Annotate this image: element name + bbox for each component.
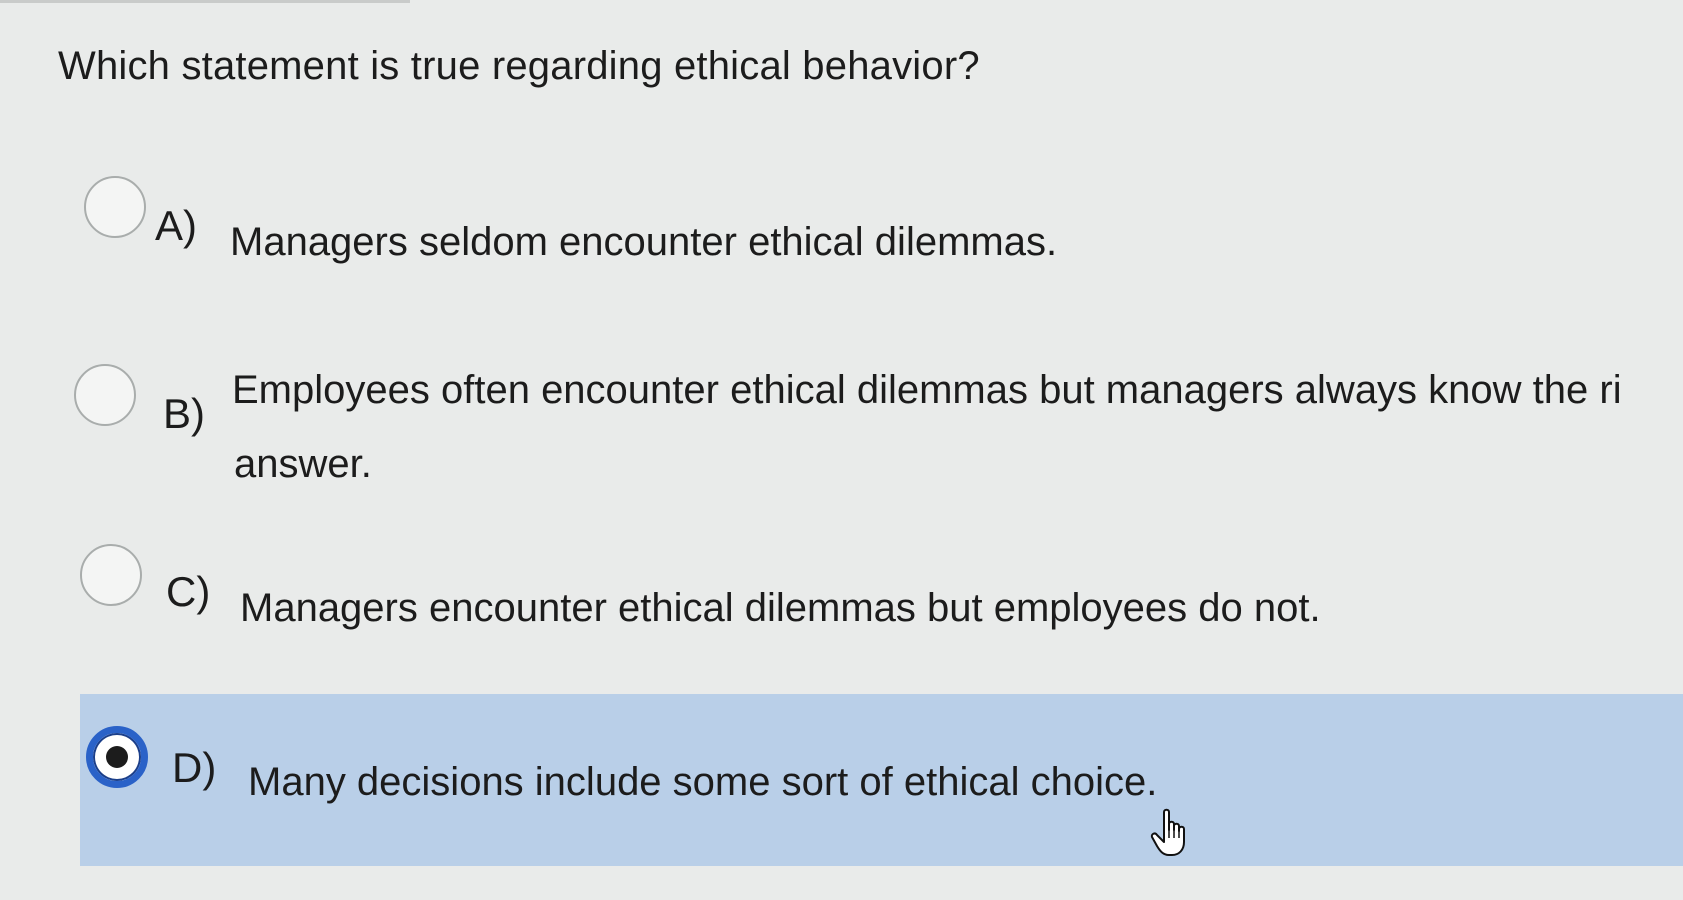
option-text-b: Employees often encounter ethical dilemm…	[232, 368, 1622, 412]
option-text-a: Managers seldom encounter ethical dilemm…	[230, 220, 1058, 264]
hand-pointer-icon	[1150, 808, 1185, 856]
option-text-d: Many decisions include some sort of ethi…	[248, 760, 1158, 804]
option-text-b-line2: answer.	[234, 442, 372, 486]
radio-button-c[interactable]	[80, 544, 142, 606]
option-c[interactable]: C) Managers encounter ethical dilemmas b…	[0, 544, 1683, 634]
radio-button-d[interactable]	[86, 726, 148, 788]
question-text: Which statement is true regarding ethica…	[58, 44, 980, 88]
top-divider	[0, 0, 410, 3]
option-letter-d: D)	[172, 744, 217, 791]
option-letter-c: C)	[166, 568, 211, 615]
option-letter-b: B)	[163, 390, 205, 437]
radio-selected-dot	[106, 746, 128, 768]
option-d[interactable]: D) Many decisions include some sort of e…	[0, 722, 1683, 822]
option-b[interactable]: B) Employees often encounter ethical dil…	[0, 360, 1683, 490]
option-letter-a: A)	[155, 202, 197, 249]
radio-button-b[interactable]	[74, 364, 136, 426]
option-text-c: Managers encounter ethical dilemmas but …	[240, 586, 1321, 630]
option-a[interactable]: A) Managers seldom encounter ethical dil…	[0, 176, 1683, 266]
radio-button-a[interactable]	[84, 176, 146, 238]
